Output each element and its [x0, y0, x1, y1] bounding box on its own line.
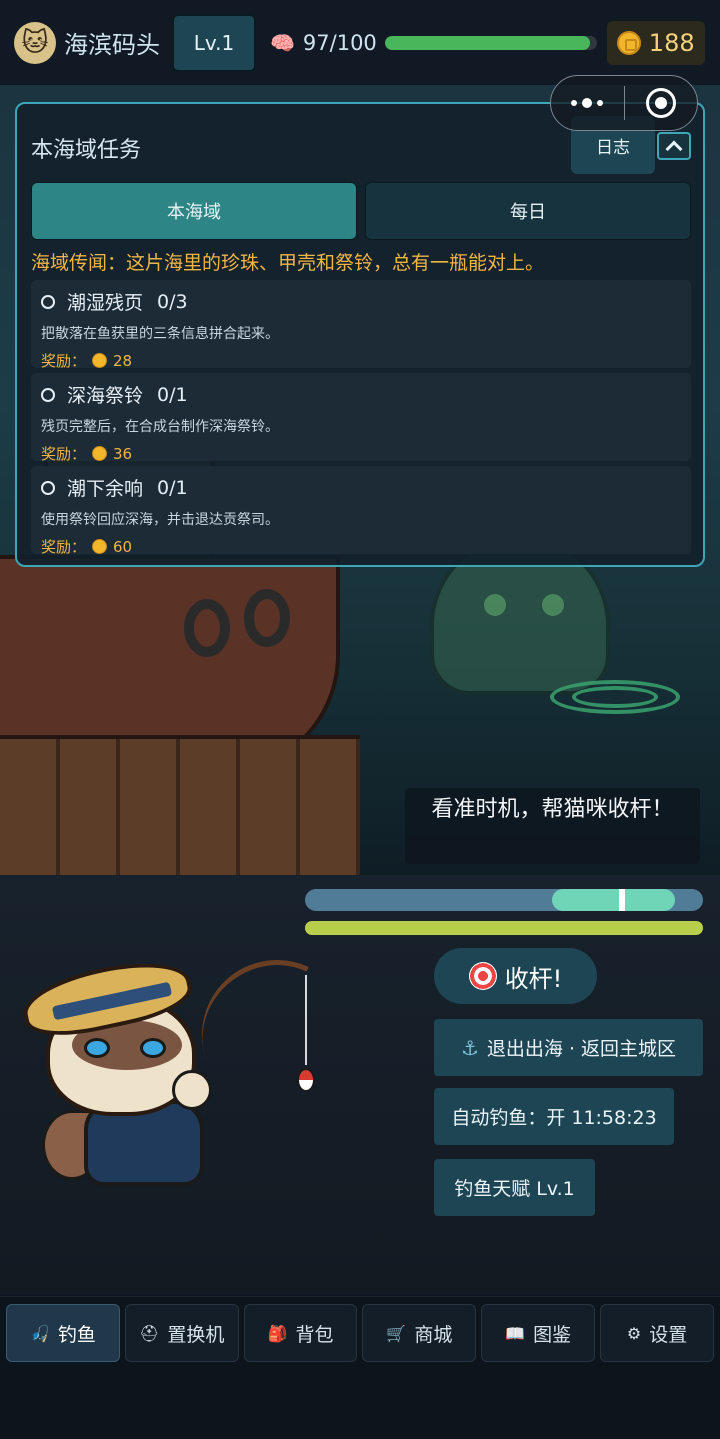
fishing-line — [305, 975, 307, 1065]
coin-icon — [92, 353, 108, 368]
quest-progress: 0/1 — [157, 476, 188, 499]
mini-program-capsule — [550, 75, 698, 131]
timing-needle — [619, 889, 626, 911]
quest-panel: 本海域任务 日志 本海域 每日 海域传闻：这片海里的珍珠、甲壳和祭铃，总有一瓶能… — [15, 102, 705, 567]
reward-amount: 36 — [113, 444, 133, 463]
line-tension-bar — [305, 921, 703, 935]
coin-icon — [616, 30, 641, 55]
nav-gear[interactable]: ⚙ 设置 — [600, 1304, 714, 1362]
player-level-badge[interactable]: Lv.1 — [172, 13, 256, 72]
anchor-icon: ⚓ — [460, 1035, 479, 1060]
quest-item[interactable]: 潮湿残页 0/3 把散落在鱼获里的三条信息拼合起来。 奖励： 28 — [31, 280, 691, 371]
water-ripple — [572, 686, 658, 708]
incomplete-circle-icon — [41, 480, 55, 495]
quest-description: 使用祭铃回应深海，并击退达贡祭司。 — [41, 512, 279, 528]
gear-icon: ⚙ — [626, 1323, 642, 1343]
dot-icon — [582, 98, 593, 108]
reward-amount: 60 — [113, 537, 133, 556]
fishing-talent-button[interactable]: 钓鱼天赋 Lv.1 — [434, 1159, 595, 1216]
collapse-button[interactable] — [657, 132, 691, 160]
nav-label: 钓鱼 — [57, 1323, 96, 1346]
quest-reward: 奖励： 36 — [41, 443, 681, 464]
quest-name: 潮下余响 — [67, 478, 144, 500]
coin-counter[interactable]: 188 — [606, 20, 705, 65]
quest-item[interactable]: 深海祭铃 0/1 残页完整后，在合成台制作深海祭铃。 奖励： 36 — [31, 373, 691, 464]
bobber-icon — [297, 1068, 315, 1092]
quest-progress: 0/1 — [157, 383, 188, 406]
timing-bar — [305, 889, 703, 911]
quest-reward: 奖励： 60 — [41, 536, 681, 557]
monster-eye — [484, 594, 506, 616]
nav-fishing[interactable]: 🎣 钓鱼 — [6, 1304, 120, 1362]
cat-eye — [84, 1038, 110, 1058]
auto-fishing-button[interactable]: 自动钓鱼：开 11:58:23 — [434, 1088, 674, 1145]
quest-item[interactable]: 潮下余响 0/1 使用祭铃回应深海，并击退达贡祭司。 奖励： 60 — [31, 466, 691, 557]
reward-amount: 28 — [113, 351, 133, 370]
incomplete-circle-icon — [41, 387, 55, 402]
target-icon — [468, 962, 497, 990]
reel-in-label: 收杆! — [504, 964, 563, 993]
nav-exchange[interactable]: ⛑ 置换机 — [124, 1304, 239, 1362]
target-circle-icon — [645, 88, 676, 118]
quest-name: 潮湿残页 — [67, 292, 144, 314]
more-options-button[interactable] — [551, 98, 624, 108]
chevron-up-icon — [665, 140, 683, 158]
cat-eye — [140, 1038, 166, 1058]
energy-bar — [384, 35, 597, 50]
reward-label: 奖励： — [41, 445, 87, 463]
reel-in-button[interactable]: 收杆! — [434, 948, 597, 1004]
nav-label: 置换机 — [167, 1323, 225, 1346]
exit-sea-label: 退出出海 · 返回主城区 — [486, 1038, 677, 1060]
quest-progress: 0/3 — [157, 290, 188, 313]
coin-icon — [92, 539, 108, 554]
timing-target-zone — [551, 889, 676, 911]
coin-icon — [92, 446, 108, 461]
nav-cart[interactable]: 🛒 商城 — [362, 1304, 477, 1362]
exchange-icon: ⛑ — [139, 1323, 160, 1343]
fishing-icon: 🎣 — [29, 1323, 50, 1343]
nav-label: 图鉴 — [533, 1323, 572, 1346]
cat-avatar-icon[interactable]: 🐱 — [14, 21, 56, 64]
backpack-icon: 🎒 — [267, 1323, 288, 1343]
quest-list: 潮湿残页 0/3 把散落在鱼获里的三条信息拼合起来。 奖励： 28 深海祭铃 0… — [31, 280, 691, 559]
dot-icon — [571, 100, 578, 106]
dot-icon — [597, 100, 604, 106]
nav-label: 商城 — [414, 1323, 453, 1346]
reel-hint-text: 看准时机，帮猫咪收杆！ — [405, 788, 700, 864]
wooden-dock — [0, 735, 360, 875]
nav-backpack[interactable]: 🎒 背包 — [243, 1304, 358, 1362]
sea-rumor-text: 海域传闻：这片海里的珍珠、甲壳和祭铃，总有一瓶能对上。 — [31, 252, 545, 274]
quest-tabs: 本海域 每日 — [31, 182, 691, 240]
cat-paw — [172, 1070, 212, 1110]
energy-value: 97/100 — [302, 30, 377, 55]
book-icon: 📖 — [505, 1323, 526, 1343]
cart-icon: 🛒 — [386, 1323, 407, 1343]
close-miniprogram-button[interactable] — [625, 88, 698, 118]
quest-name: 深海祭铃 — [67, 385, 144, 407]
incomplete-circle-icon — [41, 294, 55, 309]
tab-this-sea[interactable]: 本海域 — [31, 182, 357, 240]
exit-sea-button[interactable]: ⚓ 退出出海 · 返回主城区 — [434, 1019, 703, 1076]
bottom-navigation: 🎣 钓鱼 ⛑ 置换机 🎒 背包 🛒 商城 📖 图鉴 ⚙ 设置 — [0, 1296, 720, 1439]
quest-description: 把散落在鱼获里的三条信息拼合起来。 — [41, 326, 279, 342]
fishing-cat-character — [17, 938, 374, 1200]
monster-eye — [542, 594, 564, 616]
line-tension-fill — [305, 921, 703, 935]
quest-reward: 奖励： 28 — [41, 350, 681, 371]
tab-daily[interactable]: 每日 — [365, 182, 691, 240]
quest-description: 残页完整后，在合成台制作深海祭铃。 — [41, 419, 279, 435]
energy-bar-fill — [384, 35, 591, 50]
top-bar: 🐱 海滨码头 Lv.1 🧠 97/100 188 — [0, 0, 720, 85]
brain-icon: 🧠 — [270, 30, 295, 55]
reward-label: 奖励： — [41, 352, 87, 370]
nav-book[interactable]: 📖 图鉴 — [481, 1304, 596, 1362]
nav-label: 背包 — [295, 1323, 334, 1346]
location-name: 海滨码头 — [64, 31, 160, 59]
nav-label: 设置 — [649, 1323, 688, 1346]
quest-panel-title: 本海域任务 — [31, 138, 142, 163]
reward-label: 奖励： — [41, 538, 87, 556]
coin-amount: 188 — [648, 28, 695, 57]
boat-tire — [184, 599, 230, 657]
boat-tire — [244, 589, 290, 647]
